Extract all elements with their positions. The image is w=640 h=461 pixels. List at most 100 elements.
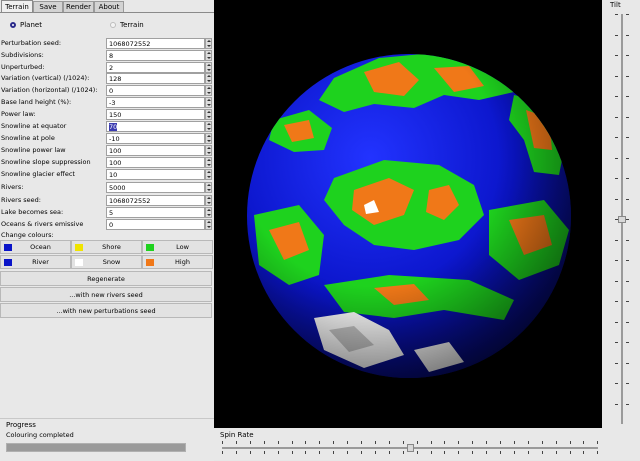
regenerate-button[interactable]: Regenerate	[0, 271, 212, 286]
spin-rate-tick	[555, 451, 557, 454]
spin-rate-tick	[374, 441, 376, 444]
spin-rate-tick	[291, 451, 293, 454]
globe-shading	[247, 54, 571, 378]
spin-rate-tick	[527, 451, 529, 454]
tab-render[interactable]: Render	[63, 1, 94, 12]
tab-save[interactable]: Save	[33, 1, 63, 12]
spin-rate-tick	[402, 441, 404, 444]
snowline-pole-input[interactable]: -10	[106, 133, 205, 144]
emissive-input[interactable]: 0	[106, 219, 205, 230]
spin-rate-slider-handle[interactable]	[407, 444, 414, 452]
param-row-unperturbed: Unperturbed: 2	[0, 62, 212, 73]
power-law-input[interactable]: 150	[106, 109, 205, 120]
tab-about[interactable]: About	[94, 1, 124, 12]
tilt-slider-handle[interactable]	[618, 216, 626, 223]
spin-rate-tick	[388, 441, 390, 444]
variation-horizontal-input[interactable]: 0	[106, 85, 205, 96]
param-row-rivers: Rivers: 5000	[0, 182, 212, 193]
high-colour-button[interactable]: High	[142, 255, 213, 269]
rivers-seed-input[interactable]: 1068072552	[106, 195, 205, 206]
tilt-tick	[615, 383, 618, 384]
spin-rate-tick	[430, 451, 432, 454]
tilt-tick	[615, 116, 618, 118]
tilt-tick	[626, 321, 629, 323]
tilt-tick	[615, 178, 618, 179]
tilt-tick	[615, 342, 618, 343]
snowline-glacier-input[interactable]: 10	[106, 169, 205, 180]
spin-arrows-icon[interactable]	[205, 62, 212, 73]
low-colour-button[interactable]: Low	[142, 240, 213, 254]
param-label: Subdivisions:	[1, 51, 44, 59]
spin-arrows-icon[interactable]	[205, 182, 212, 193]
snowline-equator-input[interactable]: 70	[106, 121, 205, 132]
terrain-radio-label: Terrain	[120, 21, 144, 29]
tilt-tick	[626, 219, 629, 220]
spin-rate-tick	[277, 451, 279, 454]
river-colour-button[interactable]: River	[0, 255, 71, 269]
spin-arrows-icon[interactable]	[205, 207, 212, 218]
spin-arrows-icon[interactable]	[205, 133, 212, 144]
spin-arrows-icon[interactable]	[205, 219, 212, 230]
subdivisions-input[interactable]: 8	[106, 50, 205, 61]
spin-rate-tick	[305, 441, 307, 444]
planet-render-view[interactable]	[214, 0, 602, 428]
spin-rate-tick	[402, 451, 404, 454]
spin-arrows-icon[interactable]	[205, 121, 212, 132]
radio-unselected-indicator	[110, 22, 116, 28]
tilt-tick	[626, 383, 629, 384]
snowline-slope-input[interactable]: 100	[106, 157, 205, 168]
spin-arrows-icon[interactable]	[205, 157, 212, 168]
spin-arrows-icon[interactable]	[205, 38, 212, 49]
spin-arrows-icon[interactable]	[205, 195, 212, 206]
shore-colour-button[interactable]: Shore	[71, 240, 142, 254]
spin-rate-tick	[527, 441, 529, 444]
spin-arrows-icon[interactable]	[205, 97, 212, 108]
perturbation-seed-input[interactable]: 1068072552	[106, 38, 205, 49]
param-label: Snowline glacier effect	[1, 170, 75, 178]
ocean-colour-button[interactable]: Ocean	[0, 240, 71, 254]
spin-rate-tick	[444, 441, 446, 444]
tilt-tick	[626, 116, 629, 118]
ocean-swatch	[4, 244, 12, 251]
unperturbed-input[interactable]: 2	[106, 62, 205, 73]
spin-arrows-icon[interactable]	[205, 109, 212, 120]
tilt-tick	[615, 321, 618, 323]
param-row-variation-horizontal: Variation (horizontal) (/1024): 0	[0, 85, 212, 96]
terrain-radio[interactable]: Terrain	[110, 20, 144, 30]
snow-colour-button[interactable]: Snow	[71, 255, 142, 269]
param-row-subdivisions: Subdivisions: 8	[0, 50, 212, 61]
tilt-tick	[626, 342, 629, 343]
spin-arrows-icon[interactable]	[205, 169, 212, 180]
spin-rate-tick	[319, 441, 321, 444]
spin-rate-tick	[597, 451, 599, 454]
tilt-tick	[615, 362, 618, 364]
param-row-lake-becomes-sea: Lake becomes sea: 5	[0, 207, 212, 218]
spin-rate-tick	[472, 451, 474, 454]
colour-label: High	[175, 258, 190, 266]
tilt-tick	[626, 280, 629, 282]
spin-arrows-icon[interactable]	[205, 50, 212, 61]
spin-rate-tick	[361, 441, 362, 444]
tilt-tick	[626, 403, 629, 405]
spin-rate-tick	[569, 451, 571, 454]
spin-rate-tick	[458, 451, 460, 454]
regenerate-new-perturbations-seed-button[interactable]: ...with new perturbations seed	[0, 303, 212, 318]
snowline-power-law-input[interactable]: 100	[106, 145, 205, 156]
tilt-tick	[626, 260, 629, 261]
spin-arrows-icon[interactable]	[205, 145, 212, 156]
spin-arrows-icon[interactable]	[205, 73, 212, 84]
planet-radio[interactable]: Planet	[10, 20, 42, 30]
spin-rate-tick	[486, 441, 488, 444]
spin-arrows-icon[interactable]	[205, 85, 212, 96]
colour-label: Ocean	[30, 243, 51, 251]
lake-becomes-sea-input[interactable]: 5	[106, 207, 205, 218]
param-row-perturbation-seed: Perturbation seed: 1068072552	[0, 38, 212, 49]
base-land-height-input[interactable]: -3	[106, 97, 205, 108]
spin-rate-tick	[569, 441, 571, 444]
radio-selected-indicator	[10, 22, 16, 28]
variation-vertical-input[interactable]: 128	[106, 73, 205, 84]
regenerate-new-rivers-seed-button[interactable]: ...with new rivers seed	[0, 287, 212, 302]
rivers-input[interactable]: 5000	[106, 182, 205, 193]
selected-text: 70	[109, 123, 118, 131]
spin-rate-tick	[472, 441, 474, 444]
